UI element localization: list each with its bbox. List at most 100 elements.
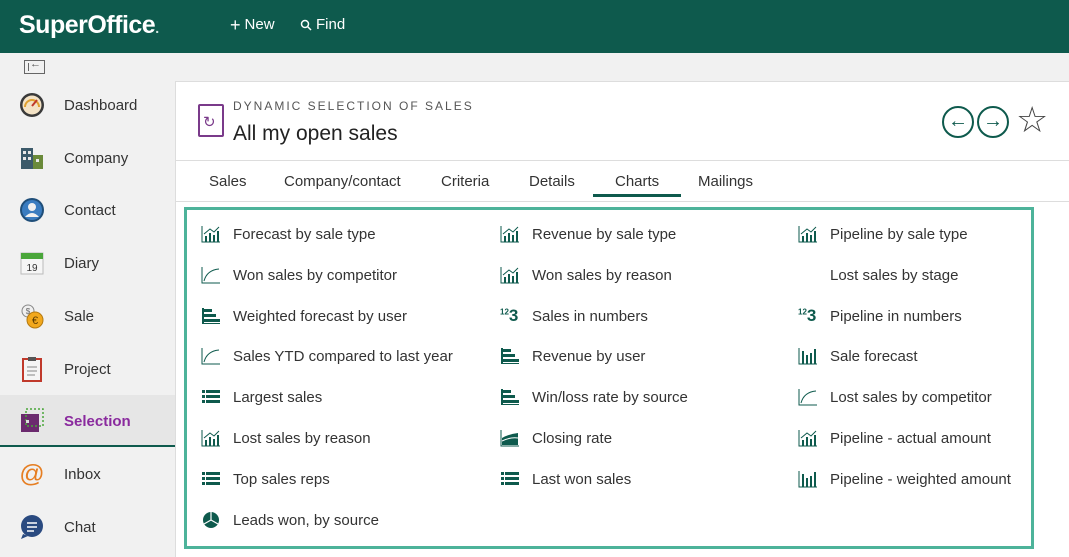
sidebar-item-diary[interactable]: 19 Diary — [0, 237, 175, 289]
chart-list-item[interactable]: 123 Sales in numbers — [500, 305, 780, 327]
chart-list-item[interactable]: Last won sales — [500, 470, 780, 490]
numbers-icon: 123 — [798, 305, 817, 325]
chart-item-label: Forecast by sale type — [233, 226, 376, 243]
sidebar-item-contact[interactable]: Contact — [0, 184, 175, 236]
table-icon — [500, 470, 520, 488]
chart-item-label: Won sales by reason — [532, 266, 672, 284]
inbox-icon: @ — [19, 461, 44, 487]
chart-list-item[interactable]: Closing rate — [500, 429, 780, 449]
chart-item-label: Lost sales by stage — [830, 266, 959, 284]
bar-trend-icon — [201, 225, 221, 243]
chart-list-item[interactable]: Pipeline by sale type — [798, 225, 1069, 245]
chart-list-item[interactable]: Won sales by reason — [500, 266, 780, 286]
bar-trend-icon — [500, 266, 520, 284]
new-button[interactable]: + New — [230, 16, 275, 34]
project-icon — [22, 357, 42, 382]
sidebar-item-label: Project — [64, 360, 111, 378]
tab-criteria[interactable]: Criteria — [441, 173, 489, 190]
chart-item-label: Lost sales by competitor — [830, 389, 992, 407]
sidebar-item-project[interactable]: Project — [0, 343, 175, 395]
column-chart-icon — [798, 470, 818, 488]
page-title: All my open sales — [233, 122, 398, 145]
chart-list-item[interactable]: Largest sales — [201, 388, 481, 408]
column-chart-icon — [798, 347, 818, 365]
arrow-right-icon: → — [983, 110, 1003, 132]
chart-list-item[interactable]: Lost sales by competitor — [798, 388, 1069, 408]
sidebar-item-chat[interactable]: Chat — [0, 501, 175, 553]
horizontal-bar-icon — [500, 347, 520, 365]
sidebar-item-dashboard[interactable]: Dashboard — [0, 79, 175, 131]
contact-icon — [20, 198, 44, 222]
app-name: SuperOffice — [19, 11, 156, 39]
chart-list-item[interactable]: Lost sales by reason — [201, 429, 481, 449]
chart-list-item[interactable]: Pipeline - actual amount — [798, 429, 1069, 449]
chart-list-item[interactable]: Win/loss rate by source — [500, 388, 780, 408]
svg-text:@: @ — [19, 461, 44, 487]
sidebar-item-inbox[interactable]: @ Inbox — [0, 448, 175, 500]
find-label: Find — [316, 16, 346, 33]
line-chart-icon — [798, 388, 818, 406]
tab-charts[interactable]: Charts — [593, 173, 682, 197]
sidebar-item-company[interactable]: Company — [0, 132, 175, 184]
sidebar-item-label: Chat — [64, 518, 96, 536]
sidebar-item-label: Selection — [64, 412, 131, 430]
tab-details[interactable]: Details — [529, 173, 575, 190]
chart-list-item[interactable]: Lost sales by stage — [798, 266, 1069, 286]
sidebar-item-label: Company — [64, 149, 129, 167]
sidebar-item-label: Contact — [64, 201, 116, 219]
favorite-button[interactable]: ☆ — [1016, 100, 1048, 140]
table-icon — [201, 388, 221, 406]
tab-mailings[interactable]: Mailings — [698, 173, 753, 190]
search-icon — [300, 19, 312, 31]
chart-item-label: Revenue by user — [532, 348, 646, 366]
chart-list-item[interactable]: Weighted forecast by user — [201, 307, 481, 327]
star-icon: ☆ — [1016, 99, 1049, 140]
chart-item-label: Last won sales — [532, 470, 632, 488]
diary-icon: 19 — [20, 252, 44, 275]
collapse-sidebar-icon[interactable] — [24, 58, 45, 74]
sidebar-item-label: Diary — [64, 254, 100, 272]
tab-bar: Sales Company/contact Criteria Details C… — [176, 160, 1069, 202]
chart-list-item[interactable]: Forecast by sale type — [201, 225, 481, 245]
chart-item-label: Closing rate — [532, 430, 613, 447]
chart-list-item[interactable]: Top sales reps — [201, 470, 481, 490]
dynamic-selection-icon: ↻ — [198, 104, 224, 137]
line-chart-icon — [201, 347, 221, 365]
chart-item-label: Sale forecast — [830, 348, 918, 366]
pie-chart-icon — [201, 511, 221, 529]
numbers-icon: 123 — [500, 305, 519, 325]
chart-list-item[interactable]: Pipeline - weighted amount — [798, 470, 1069, 490]
chart-item-label: Weighted forecast by user — [233, 307, 407, 325]
chart-list-item[interactable]: 123 Pipeline in numbers — [798, 305, 1069, 327]
svg-text:€: € — [32, 315, 38, 327]
chart-item-label: Largest sales — [233, 389, 323, 407]
chart-list-item[interactable]: Sale forecast — [798, 347, 1069, 367]
chart-list-item[interactable]: Revenue by sale type — [500, 225, 780, 245]
chart-list-item[interactable]: Revenue by user — [500, 347, 780, 367]
find-button[interactable]: Find — [300, 16, 345, 33]
chart-list-item[interactable]: Sales YTD compared to last year — [201, 347, 481, 367]
back-button[interactable]: ← — [942, 106, 974, 138]
forward-button[interactable]: → — [977, 106, 1009, 138]
sidebar-item-label: Sale — [64, 307, 95, 325]
company-icon — [21, 148, 43, 169]
selection-icon — [21, 408, 44, 432]
dashboard-icon — [20, 93, 44, 117]
chart-item-label: Top sales reps — [233, 470, 330, 488]
area-chart-icon — [500, 429, 520, 447]
chart-list-item[interactable]: Won sales by competitor — [201, 266, 481, 286]
chart-list-item[interactable]: Leads won, by source — [201, 511, 481, 531]
chart-item-label: Revenue by sale type — [532, 226, 677, 243]
sidebar-item-label: Dashboard — [64, 96, 138, 114]
sidebar-item-selection[interactable]: Selection — [0, 395, 175, 447]
horizontal-bar-icon — [201, 307, 221, 325]
app-logo[interactable]: SuperOffice. — [19, 11, 159, 40]
chart-item-label: Leads won, by source — [233, 511, 379, 529]
charts-list: Forecast by sale type Won sales by compet… — [184, 207, 1034, 549]
tab-company-contact[interactable]: Company/contact — [284, 173, 401, 190]
sale-icon: $€ — [21, 304, 44, 329]
sidebar-item-sale[interactable]: $ € Sale — [0, 290, 175, 342]
chart-item-label: Lost sales by reason — [233, 430, 371, 447]
bar-trend-icon — [201, 429, 221, 447]
tab-sales[interactable]: Sales — [209, 173, 247, 190]
